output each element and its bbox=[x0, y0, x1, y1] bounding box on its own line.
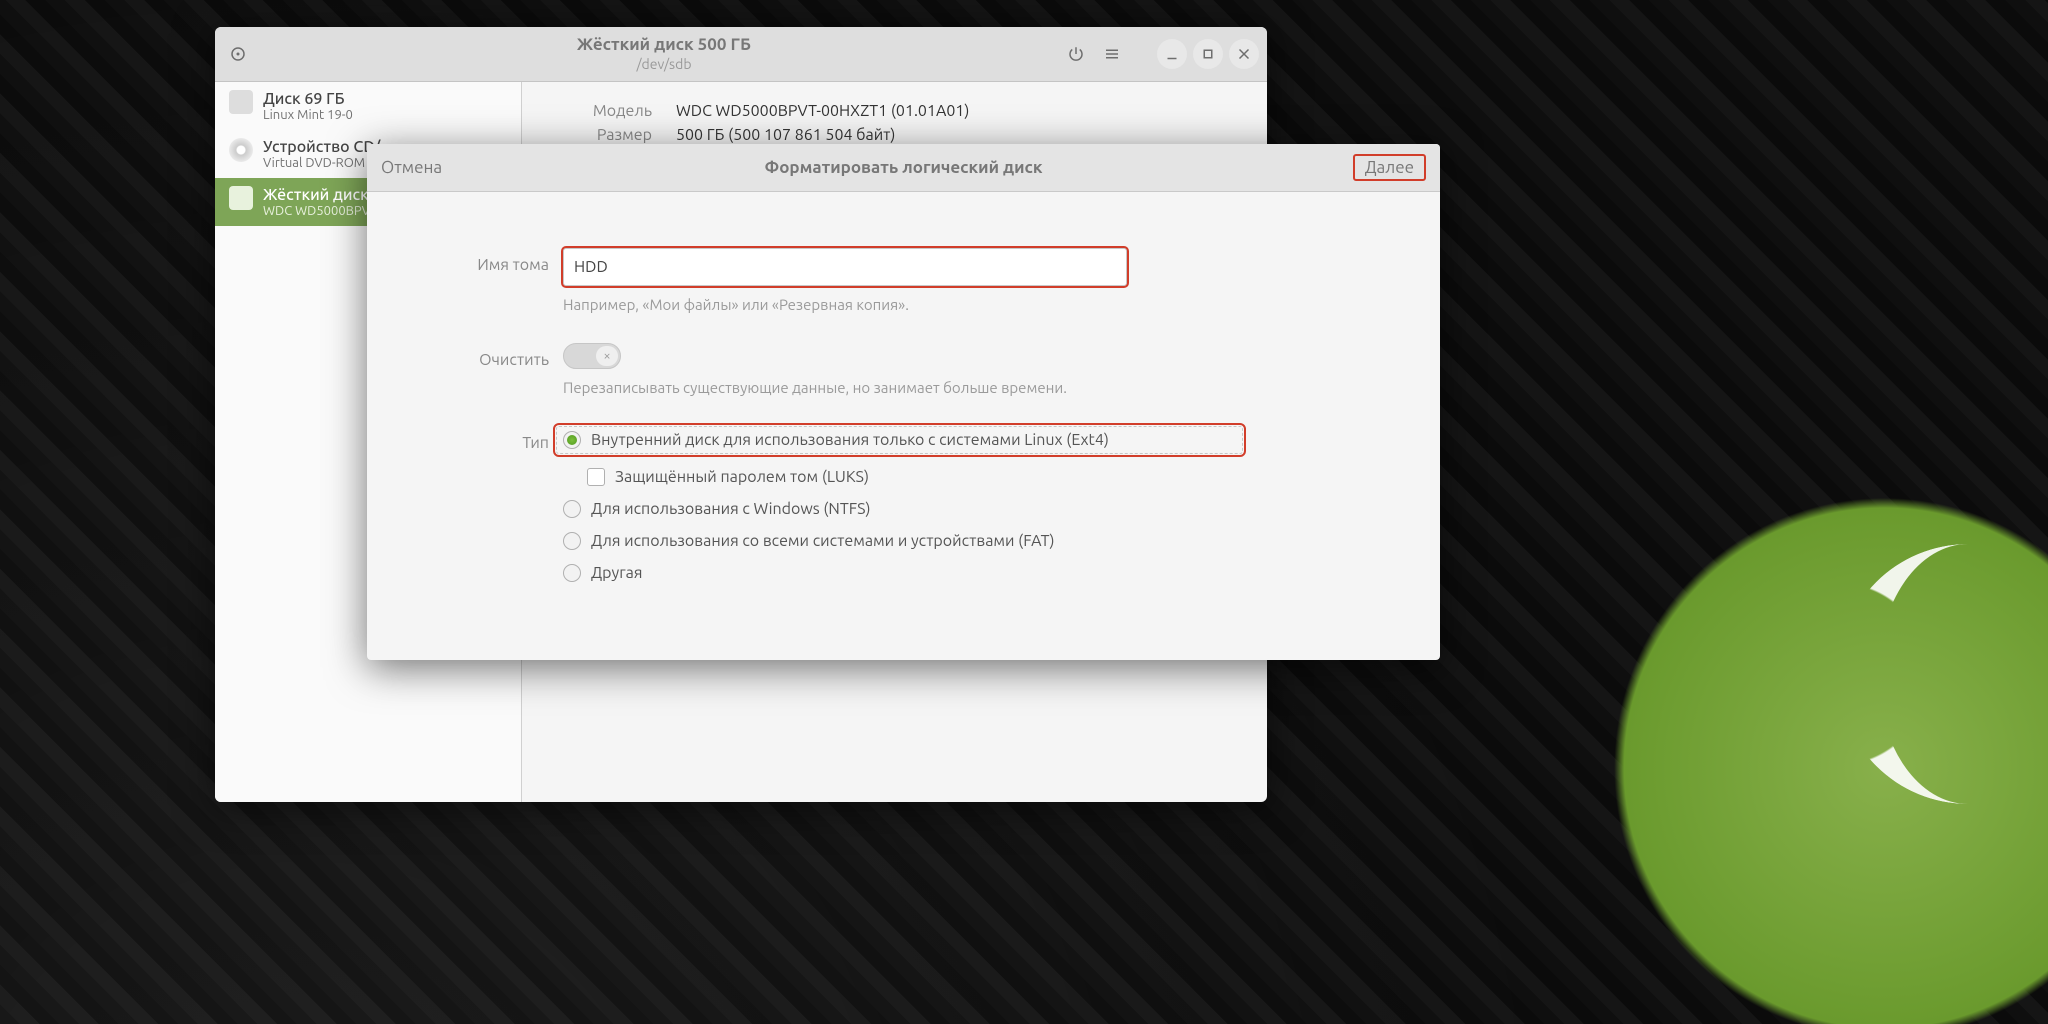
close-button[interactable] bbox=[1229, 39, 1259, 69]
minimize-button[interactable] bbox=[1157, 39, 1187, 69]
erase-label: Очистить bbox=[417, 343, 563, 369]
hdd-icon bbox=[229, 186, 253, 210]
sidebar-item-label: Жёсткий диск bbox=[263, 186, 370, 204]
checkbox-icon bbox=[587, 468, 605, 486]
sidebar-item-label: Устройство CD/ bbox=[263, 138, 380, 156]
optical-disc-icon bbox=[229, 138, 253, 162]
maximize-button[interactable] bbox=[1193, 39, 1223, 69]
sidebar-item-label: Диск 69 ГБ bbox=[263, 90, 353, 108]
type-label: Тип bbox=[417, 426, 563, 452]
erase-hint: Перезаписывать существующие данные, но з… bbox=[563, 379, 1243, 396]
erase-toggle[interactable]: × bbox=[563, 343, 621, 369]
radio-fat[interactable]: Для использования со всеми системами и у… bbox=[563, 532, 1243, 550]
sidebar-item-sublabel: Linux Mint 19-0 bbox=[263, 108, 353, 122]
model-label: Модель bbox=[552, 102, 652, 120]
filesystem-type-group: Внутренний диск для использования только… bbox=[563, 426, 1243, 582]
titlebar: Жёсткий диск 500 ГБ /dev/sdb bbox=[215, 27, 1267, 82]
checkbox-label: Защищённый паролем том (LUKS) bbox=[615, 468, 869, 486]
radio-label: Внутренний диск для использования только… bbox=[591, 431, 1109, 449]
radio-label: Другая bbox=[591, 564, 643, 582]
hamburger-icon[interactable] bbox=[1097, 39, 1127, 69]
dialog-title: Форматировать логический диск bbox=[367, 158, 1440, 177]
hdd-icon bbox=[229, 90, 253, 114]
radio-ext4[interactable]: Внутренний диск для использования только… bbox=[556, 426, 1243, 454]
power-icon[interactable] bbox=[1061, 39, 1091, 69]
cancel-button[interactable]: Отмена bbox=[381, 158, 442, 177]
radio-other[interactable]: Другая bbox=[563, 564, 1243, 582]
window-title: Жёсткий диск 500 ГБ bbox=[267, 35, 1061, 55]
volume-name-label: Имя тома bbox=[417, 248, 563, 274]
radio-ntfs[interactable]: Для использования с Windows (NTFS) bbox=[563, 500, 1243, 518]
radio-dot-icon bbox=[563, 532, 581, 550]
radio-dot-icon bbox=[563, 500, 581, 518]
radio-dot-icon bbox=[563, 431, 581, 449]
radio-dot-icon bbox=[563, 564, 581, 582]
checkbox-luks[interactable]: Защищённый паролем том (LUKS) bbox=[587, 468, 1243, 486]
volume-name-input[interactable] bbox=[563, 248, 1127, 286]
radio-label: Для использования со всеми системами и у… bbox=[591, 532, 1055, 550]
dialog-header: Отмена Форматировать логический диск Дал… bbox=[367, 144, 1440, 192]
format-volume-dialog: Отмена Форматировать логический диск Дал… bbox=[367, 144, 1440, 660]
sidebar-item-sublabel: Virtual DVD-ROM bbox=[263, 156, 380, 170]
window-subtitle: /dev/sdb bbox=[267, 56, 1061, 73]
volume-name-hint: Например, «Мои файлы» или «Резервная коп… bbox=[563, 296, 1243, 313]
size-value: 500 ГБ (500 107 861 504 байт) bbox=[676, 126, 895, 144]
next-button[interactable]: Далее bbox=[1353, 154, 1426, 181]
radio-label: Для использования с Windows (NTFS) bbox=[591, 500, 871, 518]
size-label: Размер bbox=[552, 126, 652, 144]
disks-app-icon bbox=[223, 39, 253, 69]
sidebar-item-disk[interactable]: Диск 69 ГБ Linux Mint 19-0 bbox=[215, 82, 521, 130]
model-value: WDC WD5000BPVT-00HXZT1 (01.01A01) bbox=[676, 102, 969, 120]
sidebar-item-sublabel: WDC WD5000BPV bbox=[263, 204, 370, 218]
